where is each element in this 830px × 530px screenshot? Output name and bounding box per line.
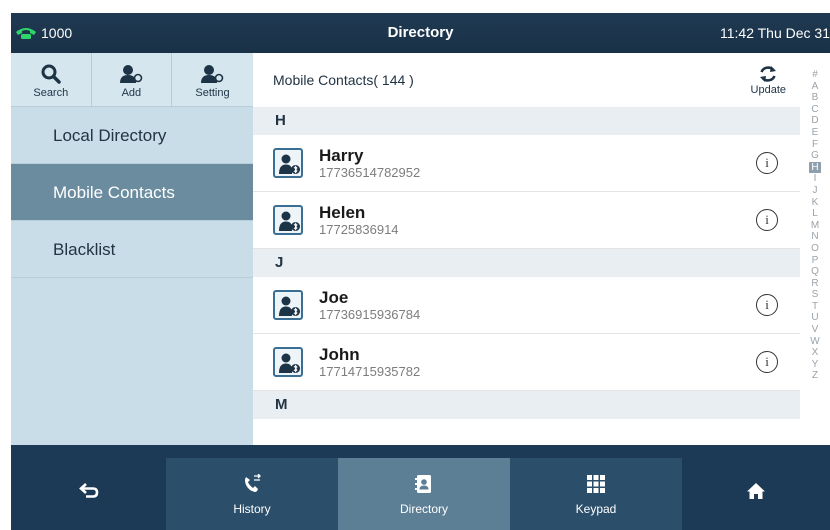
directory-toolbar: Search Add Setting [11, 53, 253, 107]
contact-name: Harry [319, 145, 364, 165]
alphabet-letter[interactable]: X [809, 347, 821, 359]
bottom-navigation: History Directory Keypad [11, 445, 830, 530]
alphabet-letter[interactable]: L [809, 208, 821, 220]
back-button[interactable] [11, 458, 166, 530]
contact-list-panel: Mobile Contacts( 144 ) Update H Harry 17… [253, 53, 800, 445]
update-button[interactable]: Update [751, 65, 786, 96]
datetime-display: 11:42 Thu Dec 31 [719, 25, 830, 41]
info-icon[interactable]: i [756, 152, 778, 174]
history-label: History [233, 502, 271, 516]
line-number: 1000 [41, 25, 73, 41]
contact-number: 17714715935782 [319, 363, 421, 379]
alphabet-index[interactable]: # A B C D E F G H I J K L M N O P Q R S T U V W X Y Z [800, 53, 830, 445]
search-button[interactable]: Search [11, 53, 92, 107]
alphabet-letter[interactable]: T [809, 301, 821, 313]
alphabet-letter[interactable]: Q [809, 266, 821, 278]
info-icon[interactable]: i [756, 209, 778, 231]
section-header-j: J [253, 249, 800, 277]
add-contact-icon [119, 62, 143, 84]
contact-number: 17736514782952 [319, 164, 421, 180]
contact-name: John [319, 344, 360, 364]
phone-handset-icon [15, 26, 37, 40]
bluetooth-contact-icon [273, 290, 303, 320]
line-indicator[interactable]: 1000 [11, 13, 72, 53]
nav-local-directory[interactable]: Local Directory [11, 107, 253, 164]
keypad-grid-icon [586, 472, 606, 496]
contact-name: Helen [319, 202, 366, 222]
section-header-m: M [253, 391, 800, 419]
back-arrow-icon [78, 479, 100, 503]
bluetooth-contact-icon [273, 205, 303, 235]
keypad-label: Keypad [575, 502, 617, 516]
setting-label: Setting [195, 86, 230, 99]
alphabet-letter[interactable]: Z [809, 370, 821, 382]
alphabet-letter[interactable]: # [809, 69, 821, 81]
home-icon [746, 479, 766, 503]
alphabet-letter[interactable]: O [809, 243, 821, 255]
screen-title: Directory [387, 24, 454, 41]
contact-name: Joe [319, 287, 349, 307]
alphabet-letter[interactable]: D [809, 115, 821, 127]
alphabet-letter[interactable]: V [809, 324, 821, 336]
alphabet-letter[interactable]: N [809, 231, 821, 243]
bluetooth-contact-icon [273, 148, 303, 178]
add-label: Add [121, 86, 142, 99]
setting-button[interactable]: Setting [172, 53, 253, 107]
contact-row[interactable]: Harry 17736514782952 i [253, 135, 800, 192]
history-button[interactable]: History [166, 458, 338, 530]
add-contact-button[interactable]: Add [92, 53, 173, 107]
alphabet-letter[interactable]: U [809, 312, 821, 324]
search-label: Search [33, 86, 69, 99]
alphabet-letter[interactable]: W [809, 336, 821, 348]
alphabet-letter[interactable]: R [809, 278, 821, 290]
info-icon[interactable]: i [756, 351, 778, 373]
refresh-icon [760, 65, 777, 82]
alphabet-letter[interactable]: H [809, 161, 821, 174]
directory-sidebar: Search Add Setting Local Directory Mobil… [11, 53, 253, 445]
alphabet-letter[interactable]: G [809, 150, 821, 162]
alphabet-letter[interactable]: K [809, 197, 821, 209]
alphabet-letter[interactable]: P [809, 255, 821, 267]
call-history-icon [242, 472, 262, 496]
section-header-h: H [253, 107, 800, 135]
nav-mobile-contacts[interactable]: Mobile Contacts [11, 164, 253, 221]
alphabet-letter[interactable]: E [809, 127, 821, 139]
update-label: Update [750, 83, 786, 96]
keypad-button[interactable]: Keypad [510, 458, 682, 530]
directory-button[interactable]: Directory [338, 458, 510, 530]
alphabet-letter[interactable]: I [809, 173, 821, 185]
info-icon[interactable]: i [756, 294, 778, 316]
alphabet-letter[interactable]: B [809, 92, 821, 104]
contact-setting-icon [200, 62, 224, 84]
nav-blacklist[interactable]: Blacklist [11, 221, 253, 278]
bluetooth-contact-icon [273, 347, 303, 377]
alphabet-letter[interactable]: Y [809, 359, 821, 371]
search-icon [41, 62, 61, 84]
contact-row[interactable]: Joe 17736915936784 i [253, 277, 800, 334]
alphabet-letter[interactable]: C [809, 104, 821, 116]
alphabet-letter[interactable]: M [809, 220, 821, 232]
list-title: Mobile Contacts( 144 ) [273, 72, 414, 88]
directory-book-icon [415, 472, 433, 496]
contact-number: 17736915936784 [319, 306, 421, 322]
phone-screen: 1000 Directory 11:42 Thu Dec 31 Search A… [11, 13, 830, 530]
alphabet-letter[interactable]: A [809, 81, 821, 93]
alphabet-letter[interactable]: S [809, 289, 821, 301]
alphabet-letter[interactable]: J [809, 185, 821, 197]
contact-row[interactable]: John 17714715935782 i [253, 334, 800, 391]
directory-label: Directory [399, 502, 448, 516]
contact-number: 17725836914 [319, 221, 399, 237]
list-header: Mobile Contacts( 144 ) Update [253, 53, 800, 107]
contact-row[interactable]: Helen 17725836914 i [253, 192, 800, 249]
alphabet-letter[interactable]: F [809, 139, 821, 151]
status-bar: 1000 Directory 11:42 Thu Dec 31 [11, 13, 830, 53]
home-button[interactable] [682, 458, 830, 530]
